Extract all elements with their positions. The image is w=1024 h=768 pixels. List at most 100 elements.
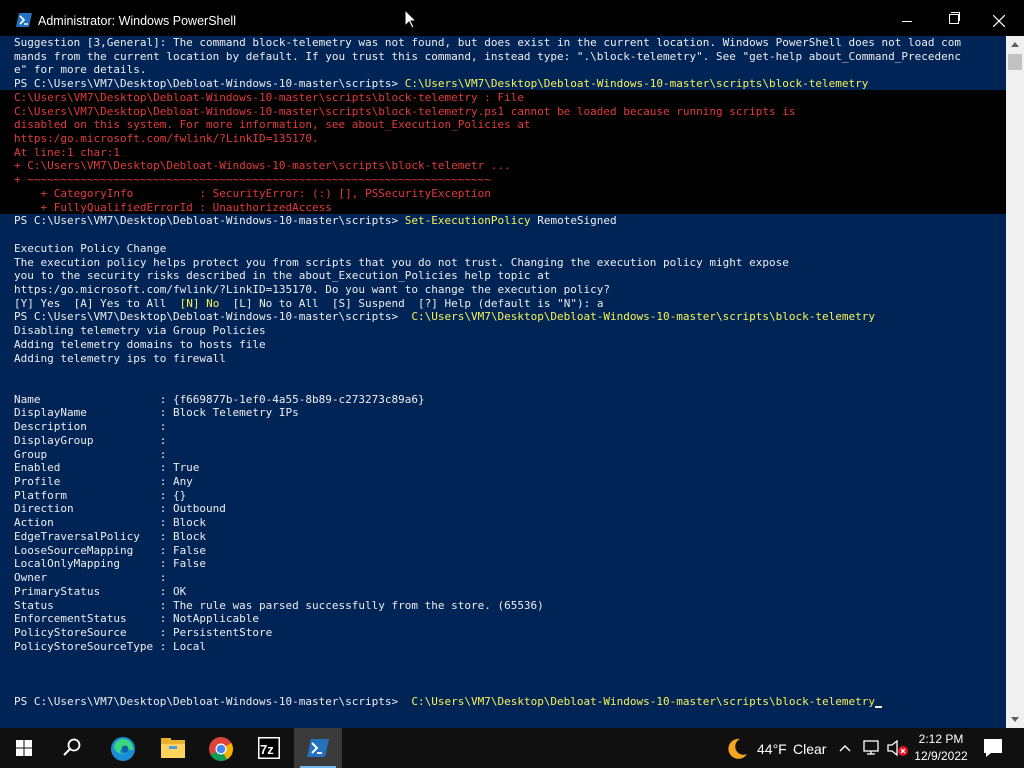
powershell-icon <box>307 739 329 757</box>
weather-condition[interactable]: Clear <box>793 741 826 757</box>
output-text: https:/go.microsoft.com/fwlink/?LinkID=1… <box>14 282 611 296</box>
output-text: Status : The rule was parsed successfull… <box>14 598 544 612</box>
scroll-down-arrow[interactable] <box>1006 711 1024 728</box>
error-text: https:/go.microsoft.com/fwlink/?LinkID=1… <box>14 132 319 146</box>
console-line: + FullyQualifiedErrorId : UnauthorizedAc… <box>14 200 332 215</box>
speaker-muted-icon[interactable] <box>886 738 910 758</box>
command-text: C:\Users\VM7\Desktop\Debloat-Windows-10-… <box>404 77 869 91</box>
console-output[interactable]: Suggestion [3,General]: The command bloc… <box>0 36 1006 726</box>
console-line: + C:\Users\VM7\Desktop\Debloat-Windows-1… <box>14 159 511 173</box>
console-line: C:\Users\VM7\Desktop\Debloat-Windows-10-… <box>14 105 795 119</box>
console-line: + CategoryInfo : SecurityError: (:) [], … <box>14 186 491 201</box>
output-text: Platform : {} <box>14 488 187 502</box>
taskbar: 7z 44°F Clear 2:12 PM 12/9/2022 8 <box>0 728 1024 768</box>
command-text: C:\Users\VM7\Desktop\Debloat-Windows-10-… <box>411 310 875 324</box>
error-text: + C:\Users\VM7\Desktop\Debloat-Windows-1… <box>14 159 511 173</box>
edge-icon <box>111 737 135 761</box>
svg-text:7z: 7z <box>260 742 274 757</box>
error-text: + FullyQualifiedErrorId : UnauthorizedAc… <box>14 200 332 214</box>
console-line: Name : {f669877b-1ef0-4a55-8b89-c273273c… <box>14 393 425 407</box>
output-text: e" for more details. <box>14 63 147 77</box>
notification-count[interactable]: 8 <box>993 744 999 755</box>
close-button[interactable] <box>976 10 1022 32</box>
output-text: Name : {f669877b-1ef0-4a55-8b89-c273273c… <box>14 392 425 406</box>
output-text: Direction : Outbound <box>14 502 226 516</box>
mouse-pointer-icon <box>405 10 417 29</box>
console-line: Owner : <box>14 571 166 585</box>
error-text: + ~~~~~~~~~~~~~~~~~~~~~~~~~~~~~~~~~~~~~~… <box>14 173 491 187</box>
weather-temperature[interactable]: 44°F <box>757 741 787 757</box>
console-line: EnforcementStatus : NotApplicable <box>14 612 259 626</box>
output-text: Adding telemetry ips to firewall <box>14 351 226 365</box>
error-text: + CategoryInfo : SecurityError: (:) [], … <box>14 186 491 200</box>
minimize-button[interactable] <box>884 10 930 32</box>
console-line: Profile : Any <box>14 475 193 489</box>
network-icon[interactable] <box>862 738 882 758</box>
search-icon <box>63 738 81 756</box>
output-text: RemoteSigned <box>530 214 617 228</box>
moon-icon[interactable] <box>724 736 750 762</box>
output-text: Execution Policy Change <box>14 241 167 255</box>
output-text: Adding telemetry domains to hosts file <box>14 337 266 351</box>
powershell-taskbar-button[interactable] <box>294 728 342 768</box>
console-line: EdgeTraversalPolicy : Block <box>14 530 206 544</box>
restore-button[interactable] <box>930 10 976 32</box>
console-line: At line:1 char:1 <box>14 146 120 160</box>
console-line: The execution policy helps protect you f… <box>14 256 789 270</box>
powershell-window: Administrator: Windows PowerShell Sugges… <box>0 0 1024 728</box>
console-line: Suggestion [3,General]: The command bloc… <box>14 36 961 50</box>
clock-time[interactable]: 2:12 PM <box>916 732 966 746</box>
console-line: [Y] Yes [A] Yes to All [N] No [L] No to … <box>14 297 603 311</box>
console-line: Adding telemetry ips to firewall <box>14 352 226 366</box>
output-text: LocalOnlyMapping : False <box>14 557 207 571</box>
error-text: C:\Users\VM7\Desktop\Debloat-Windows-10-… <box>14 104 796 118</box>
7zip-icon: 7z <box>258 737 280 759</box>
console-line: C:\Users\VM7\Desktop\Debloat-Windows-10-… <box>14 91 524 105</box>
console-line: Execution Policy Change <box>14 242 166 256</box>
file-explorer-taskbar-button[interactable] <box>148 728 196 768</box>
output-text: EdgeTraversalPolicy : Block <box>14 529 207 543</box>
chevron-up-icon[interactable] <box>838 738 852 758</box>
output-text: you to the security risks described in t… <box>14 269 551 283</box>
console-line: + ~~~~~~~~~~~~~~~~~~~~~~~~~~~~~~~~~~~~~~… <box>14 173 491 187</box>
7zip-taskbar-button[interactable]: 7z <box>245 728 293 768</box>
console-line: Adding telemetry domains to hosts file <box>14 338 266 352</box>
output-text: Action : Block <box>14 516 207 530</box>
search-button[interactable] <box>48 728 96 768</box>
output-text: PS C:\Users\VM7\Desktop\Debloat-Windows-… <box>14 214 405 228</box>
output-text: mands from the current location by defau… <box>14 49 962 63</box>
scroll-up-arrow[interactable] <box>1006 36 1024 53</box>
output-text: PolicyStoreSource : PersistentStore <box>14 625 273 639</box>
clock-date[interactable]: 12/9/2022 <box>909 749 973 763</box>
text-cursor <box>874 705 882 708</box>
vertical-scrollbar[interactable] <box>1006 36 1024 728</box>
output-text: DisplayName : Block Telemetry IPs <box>14 406 299 420</box>
output-text: DisplayGroup : <box>14 433 167 447</box>
output-text: [Y] Yes [A] Yes to All <box>14 296 180 310</box>
output-text: The execution policy helps protect you f… <box>14 255 789 269</box>
file-explorer-icon <box>161 738 185 758</box>
title-bar[interactable]: Administrator: Windows PowerShell <box>0 0 1024 36</box>
output-text: Suggestion [3,General]: The command bloc… <box>14 36 962 49</box>
console-line: PS C:\Users\VM7\Desktop\Debloat-Windows-… <box>14 695 882 709</box>
console-line: PolicyStoreSourceType : Local <box>14 640 206 654</box>
error-text: At line:1 char:1 <box>14 145 120 159</box>
chrome-taskbar-button[interactable] <box>196 728 244 768</box>
output-text: EnforcementStatus : NotApplicable <box>14 612 260 626</box>
start-button[interactable] <box>0 728 48 768</box>
edge-taskbar-button[interactable] <box>98 728 146 768</box>
powershell-icon <box>16 13 32 27</box>
command-text: C:\Users\VM7\Desktop\Debloat-Windows-10-… <box>411 694 875 708</box>
output-text: Enabled : True <box>14 461 200 475</box>
chrome-icon <box>209 737 233 762</box>
error-text: C:\Users\VM7\Desktop\Debloat-Windows-10-… <box>14 90 524 104</box>
scroll-thumb[interactable] <box>1008 54 1022 70</box>
console-line: PS C:\Users\VM7\Desktop\Debloat-Windows-… <box>14 310 875 324</box>
output-text: PS C:\Users\VM7\Desktop\Debloat-Windows-… <box>14 694 412 708</box>
output-text: PS C:\Users\VM7\Desktop\Debloat-Windows-… <box>14 77 405 91</box>
console-line: https:/go.microsoft.com/fwlink/?LinkID=1… <box>14 283 610 297</box>
command-text: [N] No <box>179 296 220 310</box>
console-line: Disabling telemetry via Group Policies <box>14 324 266 338</box>
console-line: Description : <box>14 420 166 434</box>
console-line: Status : The rule was parsed successfull… <box>14 599 544 613</box>
